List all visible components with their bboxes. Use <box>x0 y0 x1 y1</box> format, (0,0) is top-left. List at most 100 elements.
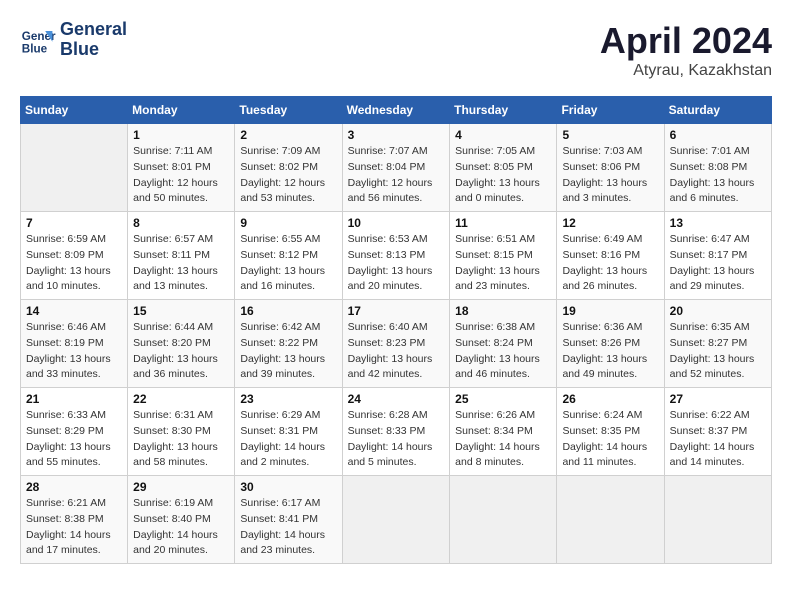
day-number: 12 <box>562 216 658 230</box>
day-info: Sunrise: 6:31 AM Sunset: 8:30 PM Dayligh… <box>133 408 229 471</box>
calendar-day-cell: 11 Sunrise: 6:51 AM Sunset: 8:15 PM Dayli… <box>450 212 557 300</box>
day-number: 6 <box>670 128 766 142</box>
day-number: 29 <box>133 480 229 494</box>
day-number: 28 <box>26 480 122 494</box>
day-number: 3 <box>348 128 445 142</box>
day-info: Sunrise: 6:19 AM Sunset: 8:40 PM Dayligh… <box>133 496 229 559</box>
day-number: 9 <box>240 216 336 230</box>
day-info: Sunrise: 6:22 AM Sunset: 8:37 PM Dayligh… <box>670 408 766 471</box>
day-info: Sunrise: 6:28 AM Sunset: 8:33 PM Dayligh… <box>348 408 445 471</box>
day-number: 5 <box>562 128 658 142</box>
day-info: Sunrise: 6:29 AM Sunset: 8:31 PM Dayligh… <box>240 408 336 471</box>
day-info: Sunrise: 6:42 AM Sunset: 8:22 PM Dayligh… <box>240 320 336 383</box>
day-number: 15 <box>133 304 229 318</box>
day-number: 24 <box>348 392 445 406</box>
day-number: 20 <box>670 304 766 318</box>
day-number: 2 <box>240 128 336 142</box>
calendar-day-cell: 17Sunrise: 6:40 AM Sunset: 8:23 PM Dayli… <box>342 300 450 388</box>
day-info: Sunrise: 6:55 AM Sunset: 8:12 PM Dayligh… <box>240 232 336 295</box>
day-number: 18 <box>455 304 551 318</box>
calendar-day-cell: 8 Sunrise: 6:57 AM Sunset: 8:11 PM Daylig… <box>128 212 235 300</box>
calendar-day-cell <box>664 476 771 564</box>
svg-text:Blue: Blue <box>22 42 48 55</box>
logo-text-general: General <box>60 20 127 40</box>
calendar-day-cell: 12 Sunrise: 6:49 AM Sunset: 8:16 PM Dayli… <box>557 212 664 300</box>
calendar-day-cell: 18 Sunrise: 6:38 AM Sunset: 8:24 PM Dayli… <box>450 300 557 388</box>
day-info: Sunrise: 6:44 AM Sunset: 8:20 PM Dayligh… <box>133 320 229 383</box>
weekday-header-wednesday: Wednesday <box>342 97 450 124</box>
day-info: Sunrise: 6:33 AM Sunset: 8:29 PM Dayligh… <box>26 408 122 471</box>
calendar-day-cell: 1Sunrise: 7:11 AM Sunset: 8:01 PM Daylig… <box>128 124 235 212</box>
calendar-day-cell: 24 Sunrise: 6:28 AM Sunset: 8:33 PM Dayli… <box>342 388 450 476</box>
logo: General Blue General Blue <box>20 20 127 60</box>
calendar-day-cell <box>557 476 664 564</box>
weekday-header-tuesday: Tuesday <box>235 97 342 124</box>
day-info: Sunrise: 6:57 AM Sunset: 8:11 PM Dayligh… <box>133 232 229 295</box>
day-info: Sunrise: 6:35 AM Sunset: 8:27 PM Dayligh… <box>670 320 766 383</box>
logo-icon: General Blue <box>20 22 56 58</box>
calendar-day-cell: 30 Sunrise: 6:17 AM Sunset: 8:41 PM Dayli… <box>235 476 342 564</box>
location-title: Atyrau, Kazakhstan <box>600 62 772 80</box>
logo-text-blue: Blue <box>60 40 127 60</box>
day-info: Sunrise: 7:05 AM Sunset: 8:05 PM Dayligh… <box>455 144 551 207</box>
day-number: 8 <box>133 216 229 230</box>
day-info: Sunrise: 6:17 AM Sunset: 8:41 PM Dayligh… <box>240 496 336 559</box>
calendar-day-cell: 29 Sunrise: 6:19 AM Sunset: 8:40 PM Dayli… <box>128 476 235 564</box>
day-info: Sunrise: 6:36 AM Sunset: 8:26 PM Dayligh… <box>562 320 658 383</box>
title-block: April 2024 Atyrau, Kazakhstan <box>600 20 772 80</box>
day-number: 4 <box>455 128 551 142</box>
calendar-day-cell: 3 Sunrise: 7:07 AM Sunset: 8:04 PM Daylig… <box>342 124 450 212</box>
weekday-header-monday: Monday <box>128 97 235 124</box>
day-info: Sunrise: 6:26 AM Sunset: 8:34 PM Dayligh… <box>455 408 551 471</box>
day-number: 17 <box>348 304 445 318</box>
weekday-header-sunday: Sunday <box>21 97 128 124</box>
day-info: Sunrise: 6:49 AM Sunset: 8:16 PM Dayligh… <box>562 232 658 295</box>
calendar-day-cell: 23Sunrise: 6:29 AM Sunset: 8:31 PM Dayli… <box>235 388 342 476</box>
day-info: Sunrise: 7:03 AM Sunset: 8:06 PM Dayligh… <box>562 144 658 207</box>
calendar-day-cell: 19 Sunrise: 6:36 AM Sunset: 8:26 PM Dayli… <box>557 300 664 388</box>
calendar-day-cell: 13Sunrise: 6:47 AM Sunset: 8:17 PM Dayli… <box>664 212 771 300</box>
calendar-table: SundayMondayTuesdayWednesdayThursdayFrid… <box>20 96 772 564</box>
calendar-day-cell: 22Sunrise: 6:31 AM Sunset: 8:30 PM Dayli… <box>128 388 235 476</box>
calendar-day-cell: 4 Sunrise: 7:05 AM Sunset: 8:05 PM Daylig… <box>450 124 557 212</box>
calendar-day-cell: 21 Sunrise: 6:33 AM Sunset: 8:29 PM Dayli… <box>21 388 128 476</box>
calendar-day-cell <box>21 124 128 212</box>
calendar-day-cell: 10Sunrise: 6:53 AM Sunset: 8:13 PM Dayli… <box>342 212 450 300</box>
calendar-day-cell: 14Sunrise: 6:46 AM Sunset: 8:19 PM Dayli… <box>21 300 128 388</box>
weekday-header-row: SundayMondayTuesdayWednesdayThursdayFrid… <box>21 97 772 124</box>
day-number: 19 <box>562 304 658 318</box>
weekday-header-thursday: Thursday <box>450 97 557 124</box>
calendar-day-cell: 5 Sunrise: 7:03 AM Sunset: 8:06 PM Daylig… <box>557 124 664 212</box>
calendar-day-cell: 25Sunrise: 6:26 AM Sunset: 8:34 PM Dayli… <box>450 388 557 476</box>
day-info: Sunrise: 6:21 AM Sunset: 8:38 PM Dayligh… <box>26 496 122 559</box>
calendar-week-row: 14Sunrise: 6:46 AM Sunset: 8:19 PM Dayli… <box>21 300 772 388</box>
calendar-day-cell: 7Sunrise: 6:59 AM Sunset: 8:09 PM Daylig… <box>21 212 128 300</box>
day-number: 10 <box>348 216 445 230</box>
calendar-week-row: 7Sunrise: 6:59 AM Sunset: 8:09 PM Daylig… <box>21 212 772 300</box>
month-title: April 2024 <box>600 20 772 62</box>
weekday-header-saturday: Saturday <box>664 97 771 124</box>
day-number: 13 <box>670 216 766 230</box>
calendar-day-cell: 9 Sunrise: 6:55 AM Sunset: 8:12 PM Daylig… <box>235 212 342 300</box>
day-info: Sunrise: 7:07 AM Sunset: 8:04 PM Dayligh… <box>348 144 445 207</box>
day-info: Sunrise: 7:01 AM Sunset: 8:08 PM Dayligh… <box>670 144 766 207</box>
calendar-day-cell: 26Sunrise: 6:24 AM Sunset: 8:35 PM Dayli… <box>557 388 664 476</box>
calendar-day-cell: 28 Sunrise: 6:21 AM Sunset: 8:38 PM Dayli… <box>21 476 128 564</box>
calendar-day-cell <box>342 476 450 564</box>
day-info: Sunrise: 6:46 AM Sunset: 8:19 PM Dayligh… <box>26 320 122 383</box>
day-info: Sunrise: 6:51 AM Sunset: 8:15 PM Dayligh… <box>455 232 551 295</box>
day-info: Sunrise: 6:24 AM Sunset: 8:35 PM Dayligh… <box>562 408 658 471</box>
day-info: Sunrise: 6:38 AM Sunset: 8:24 PM Dayligh… <box>455 320 551 383</box>
calendar-header: SundayMondayTuesdayWednesdayThursdayFrid… <box>21 97 772 124</box>
day-info: Sunrise: 6:59 AM Sunset: 8:09 PM Dayligh… <box>26 232 122 295</box>
day-info: Sunrise: 7:11 AM Sunset: 8:01 PM Dayligh… <box>133 144 229 207</box>
day-number: 21 <box>26 392 122 406</box>
day-number: 30 <box>240 480 336 494</box>
page-header: General Blue General Blue April 2024 Aty… <box>20 20 772 80</box>
day-info: Sunrise: 7:09 AM Sunset: 8:02 PM Dayligh… <box>240 144 336 207</box>
weekday-header-friday: Friday <box>557 97 664 124</box>
calendar-day-cell: 16Sunrise: 6:42 AM Sunset: 8:22 PM Dayli… <box>235 300 342 388</box>
day-number: 11 <box>455 216 551 230</box>
calendar-week-row: 28 Sunrise: 6:21 AM Sunset: 8:38 PM Dayli… <box>21 476 772 564</box>
calendar-day-cell: 6 Sunrise: 7:01 AM Sunset: 8:08 PM Daylig… <box>664 124 771 212</box>
